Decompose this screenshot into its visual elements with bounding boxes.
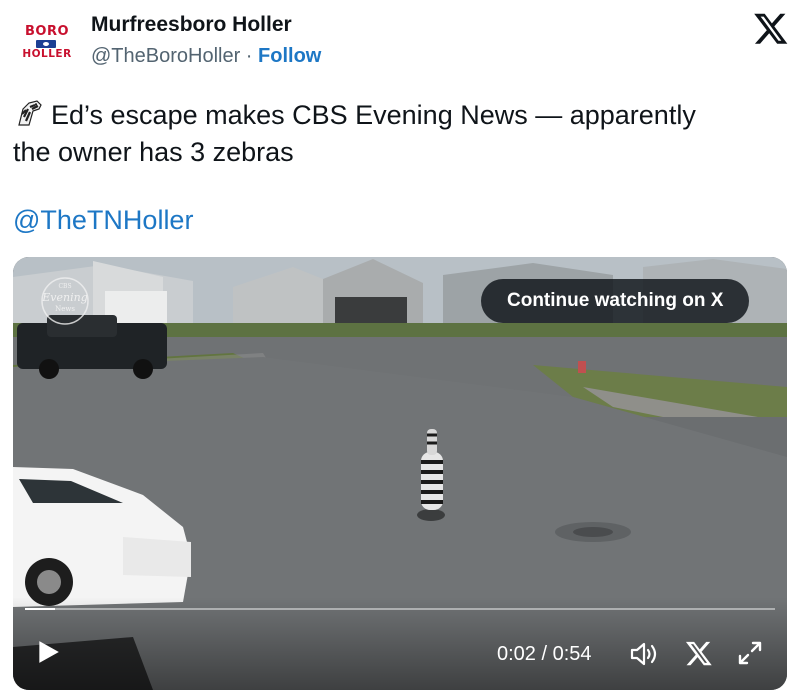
logo-text-boro: BORO [24, 24, 70, 39]
controls-overlay [13, 597, 787, 690]
watermark-text-cbs: CBS [58, 283, 72, 290]
watermark-text-evening: Evening [42, 291, 88, 304]
fullscreen-icon[interactable] [735, 638, 765, 668]
tennessee-flag-icon [36, 40, 56, 48]
post-header: BORO HOLLER Murfreesboro Holler @TheBoro… [0, 0, 806, 86]
author-handle[interactable]: @TheBoroHoller [91, 45, 240, 67]
play-icon[interactable] [35, 639, 61, 665]
cbs-evening-news-watermark: CBS Evening News [39, 275, 91, 327]
time-display: 0:02 / 0:54 [497, 643, 592, 665]
post-text: Ed’s escape makes CBS Evening News — app… [13, 97, 793, 171]
zebra-emoji-icon [18, 100, 42, 126]
logo-text-holler: HOLLER [22, 48, 72, 60]
progress-bar-fill [25, 608, 55, 610]
post-text-line2: the owner has 3 zebras [13, 137, 294, 167]
follow-button[interactable]: Follow [258, 45, 321, 67]
mention-link[interactable]: @TheTNHoller [13, 205, 193, 236]
handle-separator: · [240, 45, 259, 67]
video-player[interactable]: CBS Evening News Continue watching on X … [13, 257, 787, 690]
x-icon[interactable] [685, 639, 713, 667]
author-handle-line: @TheBoroHoller · Follow [91, 45, 321, 68]
progress-bar[interactable] [25, 608, 775, 610]
watermark-text-news: News [55, 305, 75, 313]
post-text-line1: Ed’s escape makes CBS Evening News — app… [51, 100, 696, 130]
author-name[interactable]: Murfreesboro Holler [91, 13, 292, 37]
x-logo-icon[interactable] [753, 10, 789, 46]
continue-watching-button[interactable]: Continue watching on X [481, 279, 750, 323]
volume-icon[interactable] [629, 639, 661, 669]
author-avatar-logo[interactable]: BORO HOLLER [20, 24, 74, 64]
